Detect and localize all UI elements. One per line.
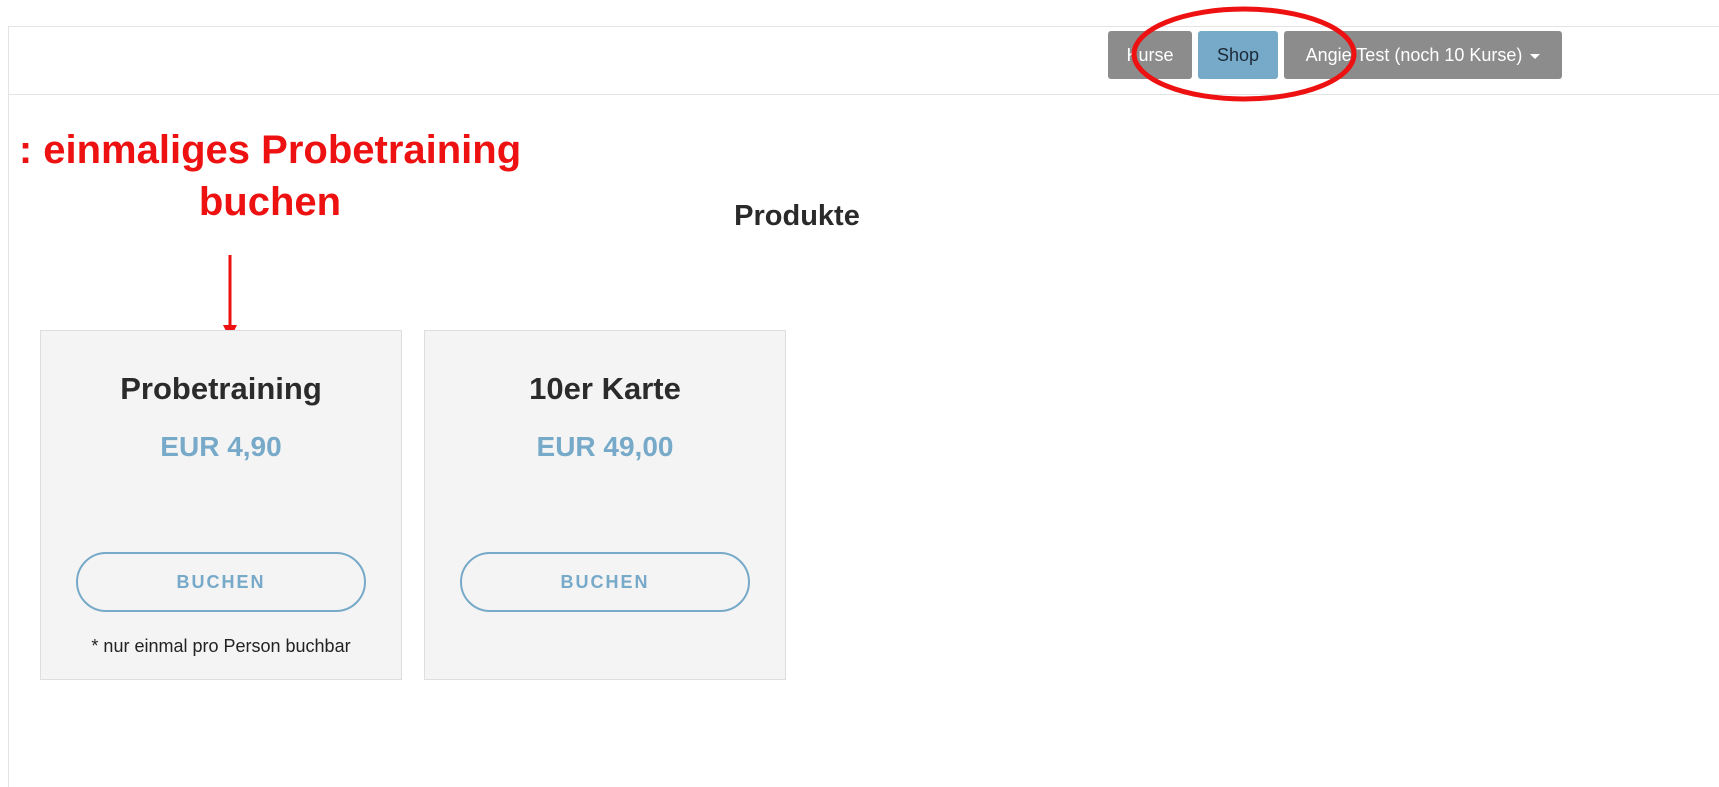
page-title: Produkte — [734, 200, 860, 232]
product-title: 10er Karte — [529, 371, 681, 406]
buchen-button[interactable]: BUCHEN — [460, 552, 750, 612]
product-price: EUR 49,00 — [536, 431, 674, 462]
annotation-line-2: buchen — [198, 180, 342, 224]
product-card-probetraining: Probetraining EUR 4,90 BUCHEN * nur einm… — [40, 330, 402, 680]
product-card-10er-karte: 10er Karte EUR 49,00 BUCHEN — [424, 330, 786, 680]
product-title: Probetraining — [120, 371, 322, 406]
annotation-text: : einmaliges Probetraining buchen — [0, 124, 580, 228]
buchen-button[interactable]: BUCHEN — [76, 552, 366, 612]
annotation-ellipse — [1131, 6, 1357, 102]
product-note: * nur einmal pro Person buchbar — [91, 636, 351, 656]
chevron-down-icon — [1530, 53, 1541, 59]
page: Kurse Shop Angie Test (noch 10 Kurse) : … — [0, 0, 1719, 787]
annotation-line-1: : einmaliges Probetraining — [18, 128, 522, 172]
product-price: EUR 4,90 — [160, 431, 282, 462]
annotation-arrow-icon — [223, 255, 237, 339]
